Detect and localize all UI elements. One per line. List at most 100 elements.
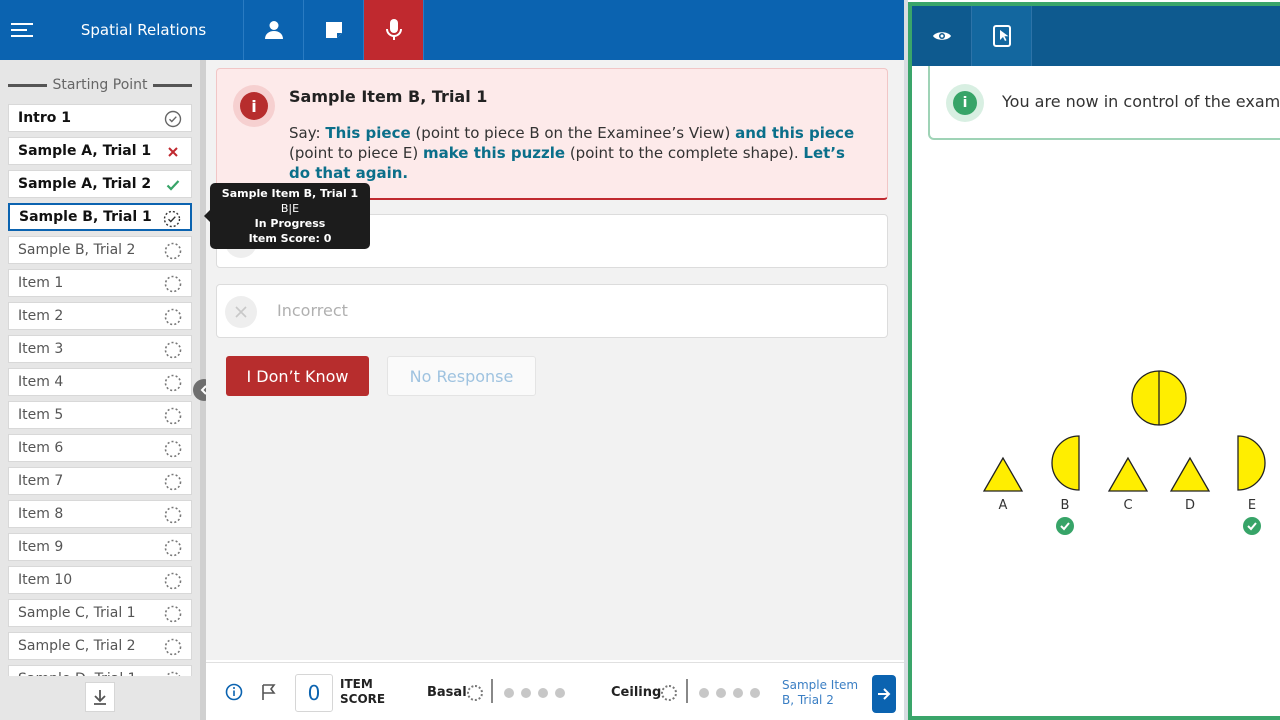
- examinee-view-panel: i You are now in control of the examinee…: [908, 2, 1280, 720]
- notes-button[interactable]: [304, 0, 364, 60]
- starting-point-marker: Starting Point: [8, 76, 192, 94]
- pending-icon: [164, 506, 182, 524]
- nav-item-label: Item 1: [18, 275, 64, 291]
- piece-label: A: [999, 498, 1008, 513]
- download-arrow-icon: [94, 690, 106, 705]
- basal-status-icon: [467, 685, 483, 701]
- pending-icon: [164, 605, 182, 623]
- nav-item-label: Sample B, Trial 1: [19, 209, 152, 225]
- nav-item-label: Intro 1: [18, 110, 72, 126]
- ceiling-separator: [686, 679, 688, 703]
- puzzle-piece-d[interactable]: D: [1169, 456, 1211, 513]
- nav-item[interactable]: Sample A, Trial 2: [8, 170, 192, 198]
- ceiling-label: Ceiling: [611, 685, 662, 700]
- incorrect-label: Incorrect: [277, 301, 348, 320]
- test-title: Spatial Relations: [44, 0, 244, 60]
- pending-icon: [164, 275, 182, 293]
- tooltip-status: In Progress: [254, 217, 326, 230]
- tooltip-score: Item Score: 0: [248, 232, 332, 245]
- app: Spatial Relations Starting Point Intro 1…: [0, 0, 1280, 720]
- nav-item[interactable]: Item 7: [8, 467, 192, 495]
- pending-icon: [164, 341, 182, 359]
- nav-item[interactable]: Intro 1: [8, 104, 192, 132]
- nav-item[interactable]: Sample D, Trial 1: [8, 665, 192, 676]
- menu-button[interactable]: [0, 0, 44, 60]
- basal-dot: [504, 688, 514, 698]
- item-navigation: Starting Point Intro 1 Sample A, Trial 1 S…: [0, 60, 200, 720]
- nav-item-label: Item 6: [18, 440, 64, 456]
- next-item-button[interactable]: [872, 675, 896, 713]
- check-circle-icon: [164, 110, 182, 128]
- pending-icon: [164, 440, 182, 458]
- tooltip-title: Sample Item B, Trial 1: [221, 187, 359, 200]
- hamburger-icon: [11, 23, 33, 37]
- ceiling-dot: [699, 688, 709, 698]
- nav-item-label: Item 9: [18, 539, 64, 555]
- examinee-info-button[interactable]: [244, 0, 304, 60]
- nav-item-label: Sample C, Trial 2: [18, 638, 136, 654]
- scroll-to-bottom-button[interactable]: [85, 682, 115, 712]
- nav-item-label: Item 5: [18, 407, 64, 423]
- nav-item[interactable]: Item 2: [8, 302, 192, 330]
- basal-separator: [491, 679, 493, 703]
- item-tooltip: Sample Item B, Trial 1 B|E In Progress I…: [204, 183, 370, 249]
- nav-item-label: Item 4: [18, 374, 64, 390]
- nav-item-label: Sample A, Trial 2: [18, 176, 152, 192]
- x-icon: [164, 143, 182, 161]
- nav-item-label: Sample A, Trial 1: [18, 143, 152, 159]
- pending-icon: [164, 473, 182, 491]
- info-icon[interactable]: [225, 683, 243, 701]
- arrow-right-icon: [878, 688, 891, 700]
- nav-item[interactable]: Item 3: [8, 335, 192, 363]
- instruction-card: i Sample Item B, Trial 1 Say: This piece…: [216, 68, 888, 200]
- nav-item-label: Item 7: [18, 473, 64, 489]
- microphone-icon: [385, 19, 402, 40]
- complete-shape: [1131, 370, 1187, 426]
- selected-check-icon: [1243, 517, 1261, 535]
- pending-icon: [164, 308, 182, 326]
- nav-item[interactable]: Item 4: [8, 368, 192, 396]
- nav-item[interactable]: Sample A, Trial 1: [8, 137, 192, 165]
- puzzle-piece-e[interactable]: E: [1237, 435, 1266, 535]
- person-icon: [264, 21, 283, 39]
- ceiling-dot: [716, 688, 726, 698]
- basal-dot: [555, 688, 565, 698]
- no-response-button[interactable]: No Response: [387, 356, 536, 396]
- puzzle-area: A B C D E: [982, 370, 1266, 535]
- ceiling-status-icon: [661, 685, 677, 701]
- nav-item[interactable]: Item 8: [8, 500, 192, 528]
- note-icon: [325, 22, 342, 38]
- basal-label: Basal: [427, 685, 467, 700]
- pending-icon: [164, 374, 182, 392]
- dont-know-button[interactable]: I Don’t Know: [226, 356, 369, 396]
- puzzle-piece-a[interactable]: A: [982, 456, 1024, 513]
- next-item-link[interactable]: Sample Item B, Trial 2: [782, 678, 866, 708]
- pending-icon: [164, 242, 182, 260]
- nav-item[interactable]: Item 5: [8, 401, 192, 429]
- top-bar: Spatial Relations: [0, 0, 904, 60]
- piece-label: E: [1248, 498, 1256, 513]
- item-score-label: ITEM SCORE: [340, 677, 386, 706]
- nav-item-label: Item 8: [18, 506, 64, 522]
- nav-item[interactable]: Sample B, Trial 2: [8, 236, 192, 264]
- puzzle-piece-c[interactable]: C: [1107, 456, 1149, 513]
- nav-item[interactable]: Item 1: [8, 269, 192, 297]
- incorrect-response-option[interactable]: Incorrect: [216, 284, 888, 338]
- pending-icon: [164, 572, 182, 590]
- nav-item[interactable]: Sample B, Trial 1: [8, 203, 192, 231]
- alert-icon: i: [233, 85, 275, 127]
- nav-item[interactable]: Sample C, Trial 2: [8, 632, 192, 660]
- nav-item[interactable]: Item 10: [8, 566, 192, 594]
- microphone-button[interactable]: [364, 0, 424, 60]
- nav-item[interactable]: Item 9: [8, 533, 192, 561]
- nav-item[interactable]: Sample C, Trial 1: [8, 599, 192, 627]
- basal-dot: [538, 688, 548, 698]
- nav-item-label: Sample C, Trial 1: [18, 605, 136, 621]
- selected-check-icon: [1056, 517, 1074, 535]
- piece-label: C: [1123, 498, 1132, 513]
- flag-icon[interactable]: [260, 683, 278, 701]
- nav-item[interactable]: Item 6: [8, 434, 192, 462]
- ceiling-dot: [733, 688, 743, 698]
- basal-dot: [521, 688, 531, 698]
- puzzle-piece-b[interactable]: B: [1051, 435, 1080, 535]
